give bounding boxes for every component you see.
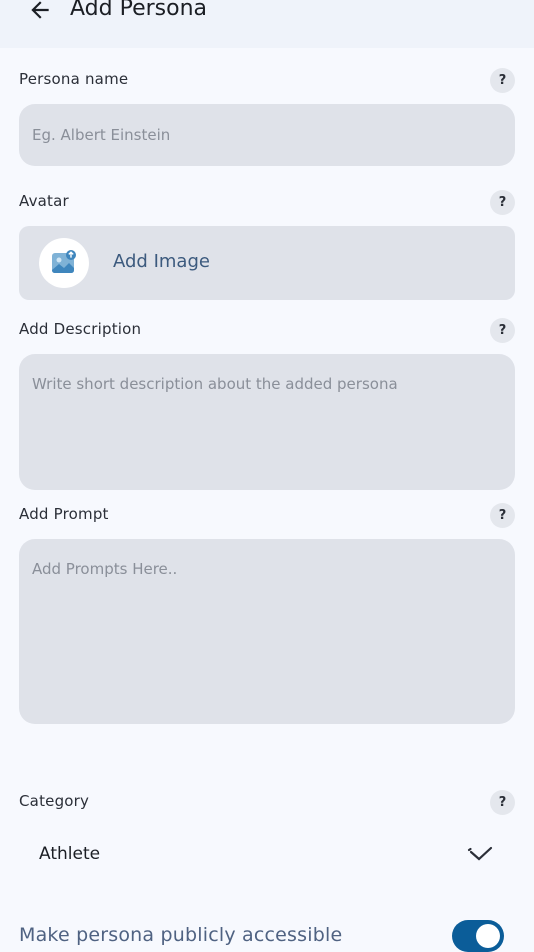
prompt-textarea[interactable]	[19, 539, 515, 724]
add-image-button[interactable]: Add Image	[19, 226, 515, 300]
toggle-knob	[476, 924, 500, 948]
add-image-label: Add Image	[113, 251, 210, 272]
arrow-left-icon	[31, 1, 49, 19]
description-textarea[interactable]	[19, 354, 515, 490]
public-toggle-switch[interactable]	[452, 920, 504, 952]
description-help-button[interactable]: ?	[490, 318, 515, 343]
image-upload-icon	[52, 250, 76, 273]
back-button[interactable]	[24, 0, 56, 26]
category-label: Category	[19, 792, 90, 810]
persona-name-label: Persona name	[19, 70, 129, 88]
app-bar: Add Persona	[0, 0, 534, 48]
category-help-button[interactable]: ?	[490, 790, 515, 815]
chevron-down-icon	[467, 846, 493, 861]
category-selected-value: Athlete	[39, 844, 101, 864]
prompt-label: Add Prompt	[19, 505, 109, 523]
persona-name-help-button[interactable]: ?	[490, 68, 515, 93]
persona-name-input[interactable]	[19, 104, 515, 166]
description-label: Add Description	[19, 320, 142, 338]
avatar-help-button[interactable]: ?	[490, 190, 515, 215]
avatar-label: Avatar	[19, 192, 69, 210]
page-title: Add Persona	[70, 0, 207, 21]
avatar-preview	[39, 238, 89, 288]
public-toggle-label: Make persona publicly accessible	[19, 924, 343, 946]
prompt-help-button[interactable]: ?	[490, 503, 515, 528]
category-dropdown[interactable]: Athlete	[19, 830, 515, 878]
